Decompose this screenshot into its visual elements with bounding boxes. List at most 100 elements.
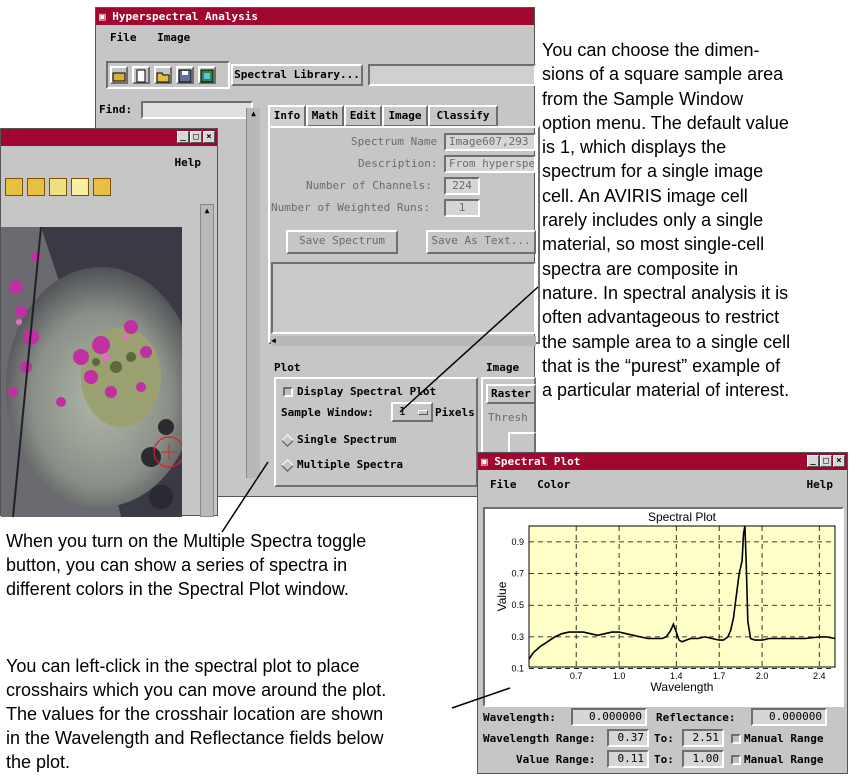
sample-window-option-menu[interactable]: 1 <box>391 402 433 422</box>
tab-classify[interactable]: Classify <box>428 105 498 127</box>
y-tick-label: 0.7 <box>511 569 524 579</box>
weighted-runs-field: 1 <box>444 199 480 217</box>
image-view-menu-help[interactable]: Help <box>175 156 202 169</box>
spectrum-export-icon[interactable] <box>198 66 216 84</box>
spectral-library-button[interactable]: Spectral Library... <box>231 64 363 86</box>
caption-line: rarely includes only a single <box>542 210 764 231</box>
maximize-icon[interactable]: □ <box>190 131 202 143</box>
display-spectral-plot-label: Display Spectral Plot <box>297 385 437 398</box>
measure-tool-icon[interactable] <box>49 178 67 196</box>
caption-line: spectrum for a single image <box>542 161 764 182</box>
weighted-runs-label: Number of Weighted Runs: <box>271 201 430 214</box>
caption-line: often advantageous to restrict <box>542 307 780 328</box>
value-range-from-field[interactable]: 0.11 <box>607 750 649 768</box>
menu-color[interactable]: Color <box>537 478 570 491</box>
image-view-menubar: Help <box>1 152 217 174</box>
caption-line: a particular material of interest. <box>542 380 790 401</box>
scroll-left-arrow-icon[interactable]: ◀ <box>271 336 276 345</box>
spectral-plot-chart[interactable]: Spectral Plot0.7 1.0 1.4 1.7 2.0 2.40.10.30.5… <box>485 509 842 705</box>
select-box-tool-icon[interactable] <box>71 178 89 196</box>
tab-edit[interactable]: Edit <box>344 105 382 127</box>
value-manual-range-checkbox[interactable] <box>731 755 741 765</box>
spectrum-name-label: Spectrum Name <box>351 135 438 148</box>
y-tick-label: 0.1 <box>511 664 524 674</box>
window-title: Hyperspectral Analysis <box>112 10 258 23</box>
caption-line: You can left-click in the spectral plot … <box>6 656 360 676</box>
x-tick-label: 1.0 <box>613 671 626 681</box>
spectral-plot-window: ▣ Spectral Plot _ □ × File Color Help Sp… <box>477 452 848 774</box>
new-document-icon[interactable] <box>132 66 150 84</box>
layer-tool-icon[interactable] <box>93 178 111 196</box>
save-as-text-button[interactable]: Save As Text... <box>426 230 536 254</box>
scroll-up-arrow-icon[interactable]: ▲ <box>247 108 260 120</box>
caption-line: When you turn on the Multiple Spectra to… <box>6 531 367 551</box>
hyperspectral-title-bar[interactable]: ▣ Hyperspectral Analysis <box>96 8 534 25</box>
x-tick-label: 1.7 <box>713 671 726 681</box>
save-disk-icon[interactable] <box>176 66 194 84</box>
value-to-label: To: <box>654 753 674 766</box>
caption-line: different colors in the Spectral Plot wi… <box>6 579 349 599</box>
minimize-icon[interactable]: _ <box>177 131 189 143</box>
menu-file[interactable]: File <box>110 31 137 44</box>
minimize-icon[interactable]: _ <box>807 455 819 467</box>
caption-line: the plot. <box>6 752 71 772</box>
caption-line: cell. An AVIRIS image cell <box>542 185 748 206</box>
reflectance-field[interactable]: 0.000000 <box>751 708 827 726</box>
raster-button[interactable]: Raster <box>486 384 536 404</box>
window-menu-icon[interactable]: ▣ <box>99 10 106 23</box>
list-scrollbar[interactable]: ▲ <box>246 108 260 478</box>
sample-window-label: Sample Window: <box>281 406 374 419</box>
spectrum-name-field[interactable]: Image607,293 <box>444 133 536 151</box>
spectral-library-field[interactable] <box>368 64 536 86</box>
display-plot-checkbox[interactable] <box>283 387 293 397</box>
menu-help[interactable]: Help <box>807 474 834 496</box>
wavelength-manual-range-checkbox[interactable] <box>731 734 741 744</box>
hyperspectral-image <box>1 227 182 517</box>
spectral-plot-menubar: File Color Help <box>478 474 847 496</box>
image-canvas[interactable] <box>1 227 182 517</box>
caption-line: spectra are composite in <box>542 258 739 279</box>
tab-image[interactable]: Image <box>382 105 428 127</box>
menu-file[interactable]: File <box>490 478 517 491</box>
single-spectrum-label: Single Spectrum <box>297 433 397 446</box>
image-view-scrollbar[interactable]: ▲ <box>200 204 214 517</box>
image-view-title-bar[interactable]: _ □ × <box>1 129 217 146</box>
caption-line: material, so most single-cell <box>542 234 765 255</box>
description-field[interactable]: From hyperspectral <box>444 155 536 173</box>
scroll-up-arrow-icon[interactable]: ▲ <box>201 205 213 217</box>
multiple-spectra-caption: When you turn on the Multiple Spectra to… <box>6 529 476 601</box>
folder-stack-icon[interactable] <box>110 66 128 84</box>
tab-strip: Info Math Edit Image Classify <box>268 105 536 127</box>
find-input[interactable] <box>141 101 253 119</box>
sample-window-caption: You can choose the dimen- sions of a squ… <box>542 38 852 402</box>
window-controls: _ □ × <box>177 131 215 143</box>
threshold-label: Thresh <box>488 411 528 424</box>
image-section-header: Image <box>486 361 520 374</box>
main-menubar: File Image <box>96 27 534 49</box>
find-label: Find: <box>99 103 133 116</box>
open-folder-icon[interactable] <box>154 66 172 84</box>
caption-line: in the Wavelength and Reflectance fields… <box>6 728 384 748</box>
wavelength-range-to-field[interactable]: 2.51 <box>682 729 724 747</box>
caption-line: from the Sample Window <box>542 88 744 109</box>
maximize-icon[interactable]: □ <box>820 455 832 467</box>
wavelength-to-label: To: <box>654 732 674 745</box>
y-tick-label: 0.3 <box>511 632 524 642</box>
wavelength-field[interactable]: 0.000000 <box>571 708 647 726</box>
save-spectrum-button[interactable]: Save Spectrum <box>286 230 398 254</box>
horizontal-scrollbar[interactable]: ◀ <box>271 336 536 346</box>
value-range-to-field[interactable]: 1.00 <box>682 750 724 768</box>
reflectance-label: Reflectance: <box>656 711 736 724</box>
spectral-plot-title-bar[interactable]: ▣ Spectral Plot _ □ × <box>478 453 847 470</box>
tab-math[interactable]: Math <box>306 105 344 127</box>
zoom-out-tool-icon[interactable] <box>27 178 45 196</box>
close-icon[interactable]: × <box>833 455 845 467</box>
y-tick-label: 0.9 <box>511 537 524 547</box>
menu-image[interactable]: Image <box>157 31 190 44</box>
description-text-area[interactable] <box>271 262 536 334</box>
wavelength-range-from-field[interactable]: 0.37 <box>607 729 649 747</box>
zoom-in-tool-icon[interactable] <box>5 178 23 196</box>
window-menu-icon[interactable]: ▣ <box>481 455 488 468</box>
tab-info[interactable]: Info <box>268 105 306 127</box>
close-icon[interactable]: × <box>203 131 215 143</box>
